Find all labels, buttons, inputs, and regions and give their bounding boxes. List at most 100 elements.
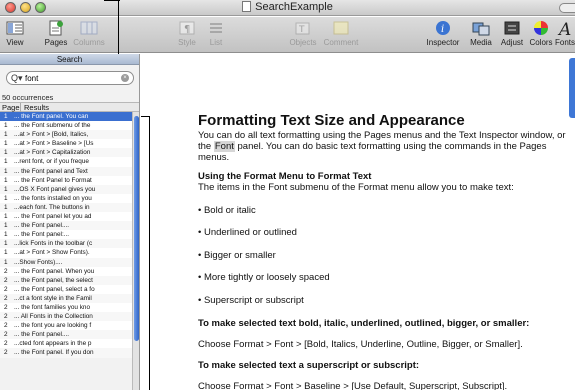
list-button[interactable]: List <box>205 20 227 47</box>
scrollbar-thumb[interactable] <box>134 116 139 341</box>
window-title: SearchExample <box>0 1 575 13</box>
intro-paragraph: You can do all text formatting using the… <box>198 130 568 163</box>
result-snippet: ... the Font panel let you ad <box>14 213 92 221</box>
result-row[interactable]: 1... the Font submenu of the <box>0 121 139 131</box>
result-snippet: ...cted font appears in the p <box>14 340 92 348</box>
result-snippet: ...at > Font > Capitalization <box>14 149 91 157</box>
instruction-bold-italic: Choose Format > Font > [Bold, Italics, U… <box>198 339 523 350</box>
subheading-format-menu: Using the Format Menu to Format Text <box>198 171 372 182</box>
result-snippet: ...each font. The buttons in <box>14 203 90 211</box>
result-row[interactable]: 1... the Font panel. You can <box>0 112 139 122</box>
style-label: Style <box>178 38 196 47</box>
result-row[interactable]: 1... the Font Panel to Format <box>0 175 139 185</box>
instruction-superscript: Choose Format > Font > Baseline > [Use D… <box>198 381 508 390</box>
result-snippet: ...at > Font > Baseline > [Us <box>14 140 94 148</box>
result-row[interactable]: 1 ...each font. The buttons in <box>0 202 139 213</box>
search-icon: Q▾ <box>11 73 23 83</box>
column-header-results[interactable]: Results <box>24 103 49 112</box>
result-snippet: ... All Fonts in the Collection <box>14 313 93 321</box>
toolbar-toggle-button[interactable] <box>559 3 575 13</box>
callout-line <box>118 0 119 56</box>
result-row[interactable]: 2... the Font panel. When you <box>0 266 139 276</box>
svg-text:T: T <box>298 25 305 35</box>
colors-button[interactable]: Colors <box>527 20 555 47</box>
result-snippet: ... the Font panel and Text <box>14 167 88 175</box>
callout-bracket <box>149 116 150 390</box>
result-snippet: ... the Font panel. You can <box>14 113 89 120</box>
view-button[interactable]: View <box>3 20 27 47</box>
result-snippet: ... the Font panel.... <box>14 331 70 339</box>
result-row[interactable]: 1 ...at > Font > Baseline > [Us <box>0 139 139 149</box>
document-page[interactable]: Formatting Text Size and Appearance You … <box>160 54 575 390</box>
objects-icon: T <box>295 22 310 35</box>
bullet-item: • Underlined or outlined <box>198 227 297 238</box>
result-row[interactable]: 1... the fonts installed on you <box>0 193 139 203</box>
title-bar: SearchExample <box>0 0 575 16</box>
objects-button[interactable]: T Objects <box>287 20 319 47</box>
result-row[interactable]: 2... the font you are looking f <box>0 321 139 331</box>
intro-text-b: panel. You can do basic text formatting … <box>198 141 547 163</box>
result-row[interactable]: 1 ...at > Font > Show Fonts). <box>0 248 139 258</box>
pages-button[interactable]: Pages <box>43 20 69 47</box>
objects-label: Objects <box>289 38 317 47</box>
result-snippet: ... the fonts installed on you <box>14 194 92 202</box>
document-scrollbar-thumb[interactable] <box>569 58 575 118</box>
result-row[interactable]: 1 ...OS X Font panel gives you <box>0 184 139 194</box>
result-row[interactable]: 1 ...rent font, or if you freque <box>0 157 139 167</box>
result-row[interactable]: 2... the Font panel, the select <box>0 275 139 285</box>
media-label: Media <box>470 38 492 47</box>
results-list: 1... the Font panel. You can 1... the Fon… <box>0 112 139 390</box>
adjust-button[interactable]: Adjust <box>497 20 527 47</box>
search-field[interactable]: Q▾ × <box>6 71 134 85</box>
media-button[interactable]: Media <box>467 20 495 47</box>
result-row[interactable]: 2... the font families you kno <box>0 302 139 313</box>
result-row[interactable]: 1 ...at > Font > Capitalization <box>0 148 139 158</box>
info-icon: i <box>436 21 450 35</box>
list-icon <box>210 23 222 33</box>
adjust-label: Adjust <box>500 38 524 47</box>
pages-icon <box>49 20 63 36</box>
result-snippet: ... the Font panel, select a fo <box>14 285 95 293</box>
result-row[interactable]: 1... the Font panel let you ad <box>0 212 139 222</box>
result-row[interactable]: 2... the Font panel. If you don <box>0 348 139 358</box>
result-row[interactable]: 2 ...ct a font style in the Famil <box>0 293 139 303</box>
result-row[interactable]: 2... All Fonts in the Collection <box>0 312 139 322</box>
result-snippet: ...ct a font style in the Famil <box>14 294 92 302</box>
result-snippet: ...rent font, or if you freque <box>14 158 89 166</box>
column-divider <box>20 103 21 112</box>
columns-button[interactable]: Columns <box>72 20 106 47</box>
result-snippet: ... the Font Panel to Format <box>14 176 92 184</box>
view-label: View <box>6 38 24 47</box>
style-button[interactable]: ¶ Style <box>176 20 198 47</box>
result-row[interactable]: 2 ...cted font appears in the p <box>0 339 139 349</box>
result-row[interactable]: 1 ...lick Fonts in the toolbar (c <box>0 239 139 249</box>
window-title-text: SearchExample <box>255 1 333 13</box>
search-input[interactable] <box>25 73 115 84</box>
result-snippet: ... the Font panel.... <box>14 222 70 230</box>
result-row[interactable]: 2... the Font panel.... <box>0 330 139 340</box>
results-scrollbar[interactable] <box>132 112 139 390</box>
fonts-button[interactable]: A Fonts <box>555 20 575 47</box>
result-row[interactable]: 1... the Font panel and Text <box>0 166 139 176</box>
pages-label: Pages <box>44 38 68 47</box>
toolbar: View Pages Columns ¶ Style List T Object… <box>0 17 575 53</box>
svg-text:i: i <box>441 24 444 35</box>
result-row[interactable]: 1... the Font panel:... <box>0 230 139 240</box>
column-header-page[interactable]: Page <box>2 103 20 112</box>
result-row[interactable]: 1 ...at > Font > [Bold, Italics, <box>0 130 139 140</box>
inspector-label: Inspector <box>426 38 460 47</box>
result-row[interactable]: 2... the Font panel, select a fo <box>0 284 139 294</box>
bullet-item: • Bold or italic <box>198 205 256 216</box>
result-snippet: ...Show Fonts).... <box>14 258 63 266</box>
comment-button[interactable]: Comment <box>323 20 359 47</box>
bullet-item: • More tightly or loosely spaced <box>198 272 330 283</box>
clear-search-icon[interactable]: × <box>121 74 129 82</box>
section-heading: Formatting Text Size and Appearance <box>198 112 465 129</box>
search-highlight: Font <box>213 141 235 152</box>
result-row[interactable]: 1... the Font panel.... <box>0 221 139 231</box>
svg-text:¶: ¶ <box>184 24 190 35</box>
result-snippet: ... the Font panel. If you don <box>14 349 94 357</box>
result-snippet: ... the Font panel:... <box>14 231 70 239</box>
inspector-button[interactable]: i Inspector <box>425 20 461 47</box>
result-row[interactable]: 1 ...Show Fonts).... <box>0 257 139 267</box>
